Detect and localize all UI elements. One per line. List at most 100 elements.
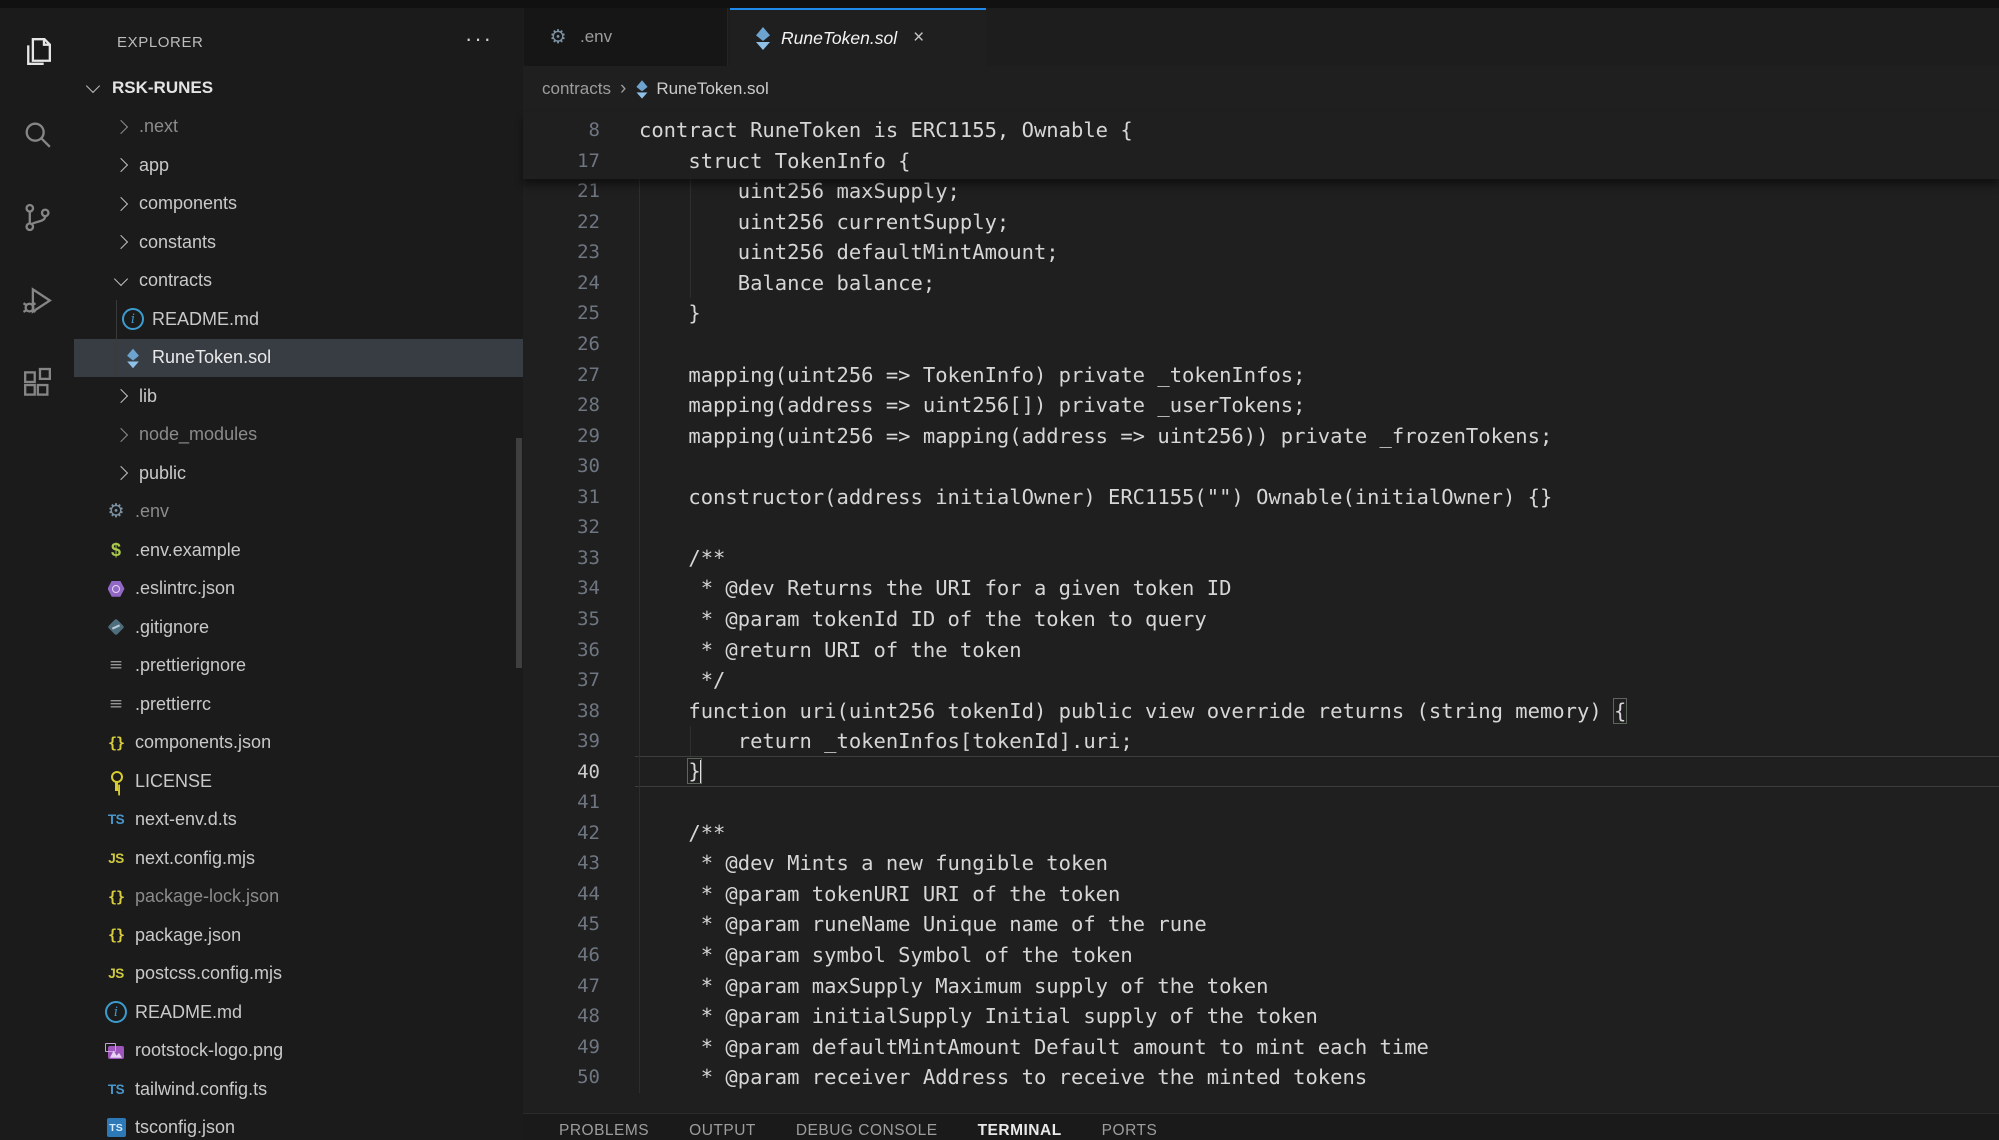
tree-folder-app[interactable]: app <box>74 146 523 185</box>
tree-file-license[interactable]: LICENSE <box>74 762 523 801</box>
code-line-26[interactable]: 26 <box>523 329 1999 360</box>
code-line-41[interactable]: 41 <box>523 787 1999 818</box>
breadcrumb-folder[interactable]: contracts <box>542 79 611 99</box>
tree-file--prettierrc[interactable]: ≡.prettierrc <box>74 685 523 724</box>
code-line-22[interactable]: 22 uint256 currentSupply; <box>523 207 1999 238</box>
tree-file-runetoken-sol[interactable]: RuneToken.sol <box>74 339 523 378</box>
code-line-33[interactable]: 33 /** <box>523 543 1999 574</box>
tab-env[interactable]: ⚙ .env <box>524 8 728 66</box>
tree-file-readme-md[interactable]: iREADME.md <box>74 300 523 339</box>
code-line-43[interactable]: 43 * @dev Mints a new fungible token <box>523 848 1999 879</box>
tree-file--gitignore[interactable]: .gitignore <box>74 608 523 647</box>
code-line-28[interactable]: 28 mapping(address => uint256[]) private… <box>523 390 1999 421</box>
tree-folder-constants[interactable]: constants <box>74 223 523 262</box>
tree-folder-components[interactable]: components <box>74 185 523 224</box>
tree-file-tailwind-config-ts[interactable]: TStailwind.config.ts <box>74 1070 523 1109</box>
tree-item-label: constants <box>139 232 216 253</box>
line-number: 32 <box>523 516 600 538</box>
code-line-36[interactable]: 36 * @return URI of the token <box>523 634 1999 665</box>
code-line-49[interactable]: 49 * @param defaultMintAmount Default am… <box>523 1031 1999 1062</box>
code-line-35[interactable]: 35 * @param tokenId ID of the token to q… <box>523 604 1999 635</box>
tree-file-postcss-config-mjs[interactable]: JSpostcss.config.mjs <box>74 955 523 994</box>
tree-file-rootstock-logo-png[interactable]: rootstock-logo.png <box>74 1032 523 1071</box>
code-line-47[interactable]: 47 * @param maxSupply Maximum supply of … <box>523 970 1999 1001</box>
tree-file-package-lock-json[interactable]: {}package-lock.json <box>74 878 523 917</box>
code-line-27[interactable]: 27 mapping(uint256 => TokenInfo) private… <box>523 359 1999 390</box>
code-line-45[interactable]: 45 * @param runeName Unique name of the … <box>523 909 1999 940</box>
code-line-44[interactable]: 44 * @param tokenURI URI of the token <box>523 879 1999 910</box>
line-number: 38 <box>523 700 600 722</box>
code-line-48[interactable]: 48 * @param initialSupply Initial supply… <box>523 1001 1999 1032</box>
code-line-32[interactable]: 32 <box>523 512 1999 543</box>
code-line-38[interactable]: 38 function uri(uint256 tokenId) public … <box>523 695 1999 726</box>
panel-tab-terminal[interactable]: TERMINAL <box>978 1114 1062 1140</box>
code-text: * @param tokenId ID of the token to quer… <box>639 607 1207 631</box>
line-number: 49 <box>523 1036 600 1058</box>
code-line-24[interactable]: 24 Balance balance; <box>523 268 1999 299</box>
code-line-30[interactable]: 30 <box>523 451 1999 482</box>
line-number: 23 <box>523 241 600 263</box>
tree-item-label: .next <box>139 116 178 137</box>
tab-runetoken[interactable]: RuneToken.sol × <box>730 8 986 66</box>
explorer-sidebar: EXPLORER ··· RSK-RUNES.nextappcomponents… <box>74 8 523 1140</box>
tree-item-label: .prettierignore <box>135 655 246 676</box>
sidebar-scrollbar[interactable] <box>516 438 522 668</box>
code-line-34[interactable]: 34 * @dev Returns the URI for a given to… <box>523 573 1999 604</box>
code-line-39[interactable]: 39 return _tokenInfos[tokenId].uri; <box>523 726 1999 757</box>
code-line-23[interactable]: 23 uint256 defaultMintAmount; <box>523 237 1999 268</box>
line-number: 42 <box>523 822 600 844</box>
activity-run-debug-button[interactable] <box>0 263 74 337</box>
activity-source-control-button[interactable] <box>0 180 74 254</box>
code-line-29[interactable]: 29 mapping(uint256 => mapping(address =>… <box>523 420 1999 451</box>
tree-file-package-json[interactable]: {}package.json <box>74 916 523 955</box>
panel-tab-ports[interactable]: PORTS <box>1102 1114 1158 1140</box>
code-text: return _tokenInfos[tokenId].uri; <box>639 729 1133 753</box>
code-line-8[interactable]: 8contract RuneToken is ERC1155, Ownable … <box>523 115 1999 146</box>
code-line-42[interactable]: 42 /** <box>523 818 1999 849</box>
code-line-50[interactable]: 50 * @param receiver Address to receive … <box>523 1062 1999 1093</box>
code-line-40[interactable]: 40 } <box>523 756 1999 787</box>
close-icon[interactable]: × <box>913 27 924 49</box>
tree-folder-lib[interactable]: lib <box>74 377 523 416</box>
tree-file--env-example[interactable]: $.env.example <box>74 531 523 570</box>
info-icon: i <box>121 306 145 332</box>
tree-file-next-config-mjs[interactable]: JSnext.config.mjs <box>74 839 523 878</box>
code-text: * @param runeName Unique name of the run… <box>639 912 1207 936</box>
panel-tab-output[interactable]: OUTPUT <box>689 1114 756 1140</box>
tree-folder--next[interactable]: .next <box>74 108 523 147</box>
tree-file-next-env-d-ts[interactable]: TSnext-env.d.ts <box>74 801 523 840</box>
panel-tab-debug-console[interactable]: DEBUG CONSOLE <box>796 1114 938 1140</box>
tree-file-tsconfig-json[interactable]: TStsconfig.json <box>74 1109 523 1140</box>
chevron-right-icon <box>114 120 128 134</box>
breadcrumb-file[interactable]: RuneToken.sol <box>656 79 768 99</box>
code-text: struct TokenInfo { <box>639 149 911 173</box>
tree-folder-node-modules[interactable]: node_modules <box>74 416 523 455</box>
code-line-46[interactable]: 46 * @param symbol Symbol of the token <box>523 940 1999 971</box>
code-line-25[interactable]: 25 } <box>523 298 1999 329</box>
ethereum-icon <box>637 80 648 98</box>
code-line-21[interactable]: 21 uint256 maxSupply; <box>523 176 1999 207</box>
ts-icon: TS <box>104 1076 128 1102</box>
line-number: 35 <box>523 608 600 630</box>
tree-folder-contracts[interactable]: contracts <box>74 262 523 301</box>
code-line-17[interactable]: 17 struct TokenInfo { <box>523 146 1999 177</box>
tree-folder-public[interactable]: public <box>74 454 523 493</box>
tree-file--eslintrc-json[interactable]: .eslintrc.json <box>74 570 523 609</box>
tree-file-components-json[interactable]: {}components.json <box>74 724 523 763</box>
tree-file--prettierignore[interactable]: ≡.prettierignore <box>74 647 523 686</box>
tree-file-readme-md[interactable]: iREADME.md <box>74 993 523 1032</box>
tree-item-label: package.json <box>135 925 241 946</box>
line-number: 31 <box>523 486 600 508</box>
activity-explorer-button[interactable] <box>0 14 74 88</box>
panel-tab-problems[interactable]: PROBLEMS <box>559 1114 649 1140</box>
tree-file--env[interactable]: ⚙.env <box>74 493 523 532</box>
tree-folder-rsk-runes[interactable]: RSK-RUNES <box>74 69 523 108</box>
activity-extensions-button[interactable] <box>0 346 74 420</box>
code-line-37[interactable]: 37 */ <box>523 665 1999 696</box>
activity-search-button[interactable] <box>0 97 74 171</box>
code-line-31[interactable]: 31 constructor(address initialOwner) ERC… <box>523 482 1999 513</box>
file-tree: RSK-RUNES .next appcomponents constants cont… <box>74 69 523 1140</box>
tab-label: .env <box>580 27 612 47</box>
vscode-window: EXPLORER ··· RSK-RUNES.nextappcomponents… <box>0 0 1999 1140</box>
more-actions-icon[interactable]: ··· <box>465 26 493 52</box>
